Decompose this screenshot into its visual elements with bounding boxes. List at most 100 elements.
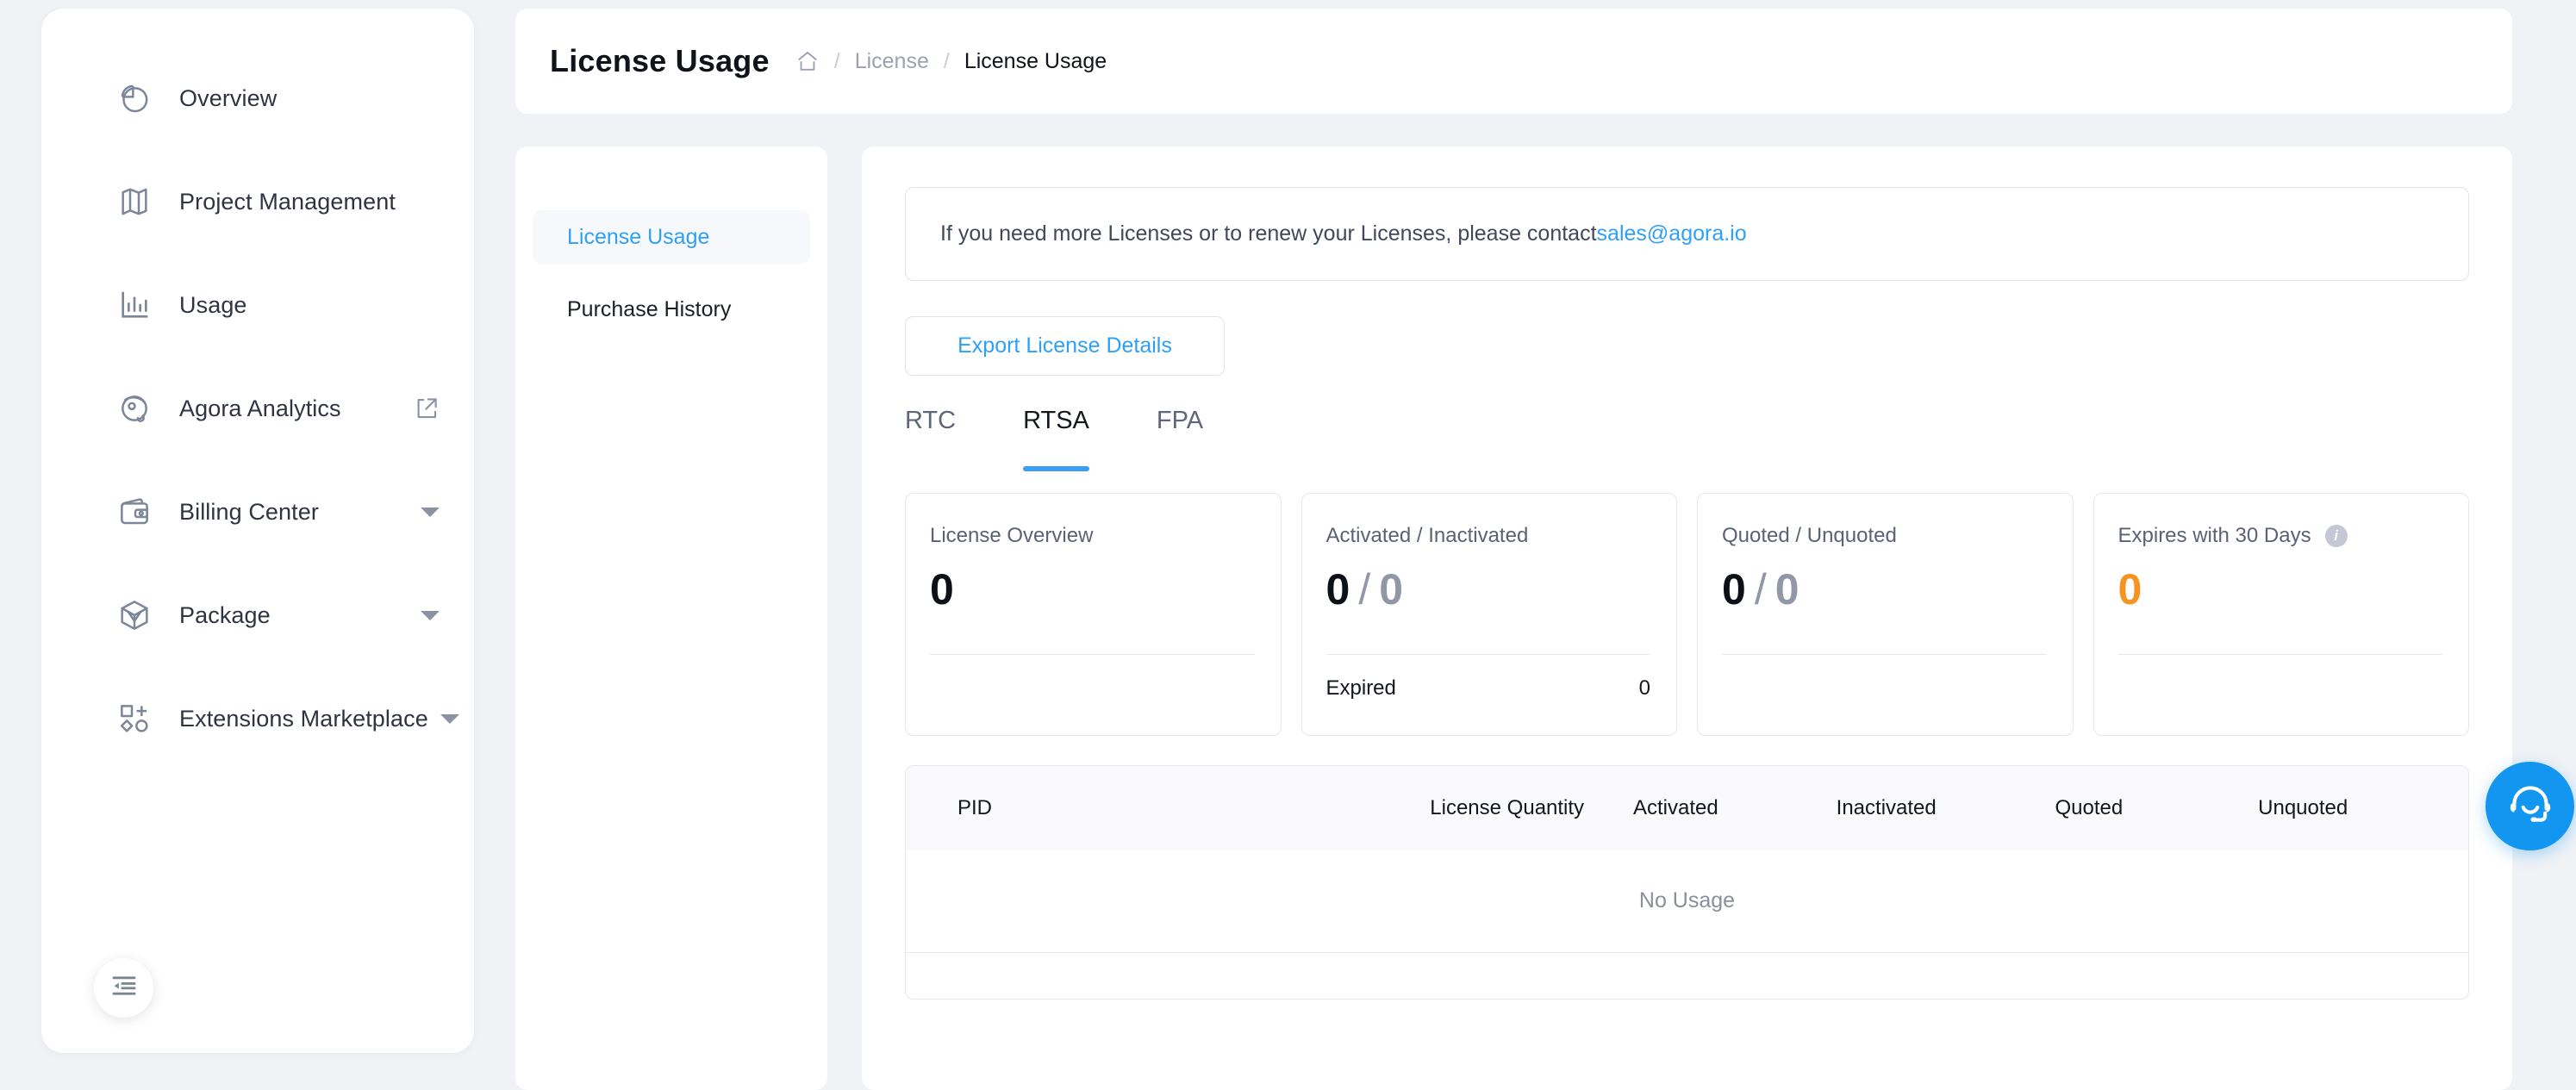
stat-card-activated-inactivated: Activated / Inactivated 0/0 Expired 0 [1300,493,1677,736]
support-chat-button[interactable] [2486,762,2574,850]
sidebar-item-label: Overview [179,84,278,111]
sidebar-item-agora-analytics[interactable]: Agora Analytics [41,381,474,436]
stat-card-title: Quoted / Unquoted [1722,524,2047,548]
license-usage-table: PID License Quantity Activated Inactivat… [906,766,2468,999]
headset-support-icon [2505,779,2555,833]
map-icon [115,183,153,221]
stat-card-title: Expires with 30 Days i [2118,524,2443,548]
subnav-item-purchase-history[interactable]: Purchase History [533,283,810,336]
stat-card-title-text: Activated / Inactivated [1325,524,1529,547]
stat-card-primary-value: 0 [1722,565,1746,614]
sidebar-item-label: Agora Analytics [179,395,341,421]
sidebar-item-usage[interactable]: Usage [41,277,474,333]
breadcrumb-link-license[interactable]: License [855,49,929,74]
secondary-nav: License Usage Purchase History [515,146,827,1090]
tab-rtsa[interactable]: RTSA [1023,407,1089,471]
subnav-item-license-usage[interactable]: License Usage [533,210,810,264]
collapse-sidebar-button[interactable] [94,958,153,1018]
subnav-item-label: License Usage [567,224,710,249]
pie-chart-icon [115,79,153,117]
sidebar-nav: Overview Project Management Usage Agora … [41,9,474,746]
sales-email-link[interactable]: sales@agora.io [1597,221,1747,246]
export-license-details-button[interactable]: Export License Details [905,316,1225,376]
table-empty-text: No Usage [906,850,2468,953]
sidebar-item-package[interactable]: Package [41,588,474,643]
sidebar-item-label: Extensions Marketplace [179,705,428,732]
sidebar-item-billing-center[interactable]: Billing Center [41,484,474,539]
stat-card-title: License Overview [930,524,1255,548]
stat-card-secondary-value: 0 [1379,565,1404,614]
chevron-down-icon[interactable] [421,507,440,517]
table-column-activated: Activated [1632,796,1718,819]
divider [1325,654,1650,655]
collapse-menu-icon [109,971,139,1005]
chevron-down-icon[interactable] [440,713,459,724]
license-usage-table-card: PID License Quantity Activated Inactivat… [905,765,2469,1000]
value-separator: / [1754,565,1767,614]
sidebar-item-label: Project Management [179,188,396,215]
bar-chart-icon [115,286,153,324]
sidebar: Overview Project Management Usage Agora … [41,9,474,1053]
sidebar-item-label: Usage [179,291,247,318]
divider [2118,654,2442,655]
stat-card-primary-value: 0 [930,565,954,614]
tab-rtc[interactable]: RTC [905,407,956,471]
table-tail-cell [906,952,2468,999]
table-column-inactivated: Inactivated [1836,796,1937,819]
table-column-pid: PID [957,796,993,819]
extensions-icon [115,700,153,738]
tab-fpa[interactable]: FPA [1157,407,1203,471]
table-head: PID License Quantity Activated Inactivat… [906,766,2468,850]
license-type-tabs: RTC RTSA FPA [905,407,2469,471]
sidebar-item-overview[interactable]: Overview [41,71,474,126]
chevron-down-icon[interactable] [421,610,440,620]
stat-card-footer-value: 0 [1638,676,1650,700]
sidebar-item-extensions-marketplace[interactable]: Extensions Marketplace [41,691,474,746]
table-header-row: PID License Quantity Activated Inactivat… [906,766,2468,850]
page-header: License Usage / License / License Usage [515,9,2512,114]
stat-card-value: 0/0 [1326,565,1651,615]
stat-cards: License Overview 0 Activated / Inactivat… [905,493,2469,736]
stat-card-primary-value: 0 [1325,565,1350,614]
stat-card-value: 0/0 [1722,565,2047,615]
stat-card-value: 0 [2118,565,2443,615]
breadcrumb: / License / License Usage [795,49,1107,74]
page-title: License Usage [550,43,770,78]
stat-card-title-text: Quoted / Unquoted [1722,524,1897,547]
stat-card-primary-value: 0 [2118,565,2143,614]
stat-card-quoted-unquoted: Quoted / Unquoted 0/0 [1697,493,2074,736]
info-icon[interactable]: i [2324,525,2348,547]
stat-card-footer: Expired 0 [1326,676,1651,701]
license-contact-notice: If you need more Licenses or to renew yo… [905,187,2469,281]
table-empty-row: No Usage [906,850,2468,953]
wallet-icon [115,493,153,531]
stat-card-title-text: Expires with 30 Days [2118,524,2311,547]
stat-card-value: 0 [930,565,1255,615]
stat-card-title: Activated / Inactivated [1326,524,1651,548]
analytics-icon [115,389,153,427]
stat-card-expires-with-30-days: Expires with 30 Days i 0 [2093,493,2469,736]
main-content: If you need more Licenses or to renew yo… [862,146,2512,1090]
home-icon[interactable] [795,49,820,73]
value-separator: / [1358,565,1371,614]
table-column-unquoted: Unquoted [2258,796,2348,819]
stat-card-footer-label: Expired [1325,676,1396,700]
divider [930,654,1255,655]
divider [1722,654,2047,655]
table-body: No Usage [906,850,2468,999]
sidebar-item-label: Billing Center [179,498,319,525]
subnav-item-label: Purchase History [567,296,732,321]
external-link-icon[interactable] [414,396,440,421]
breadcrumb-separator: / [943,48,950,73]
stat-card-title-text: License Overview [930,524,1094,547]
table-column-quoted: Quoted [2055,796,2124,819]
stat-card-license-overview: License Overview 0 [905,493,1282,736]
app-root: Overview Project Management Usage Agora … [0,0,2576,1090]
sidebar-item-label: Package [179,601,271,628]
stat-card-secondary-value: 0 [1775,565,1799,614]
breadcrumb-separator: / [833,48,840,73]
package-icon [115,596,153,634]
table-column-license-quantity: License Quantity [1430,796,1585,819]
breadcrumb-current: License Usage [964,48,1107,73]
sidebar-item-project-management[interactable]: Project Management [41,174,474,229]
